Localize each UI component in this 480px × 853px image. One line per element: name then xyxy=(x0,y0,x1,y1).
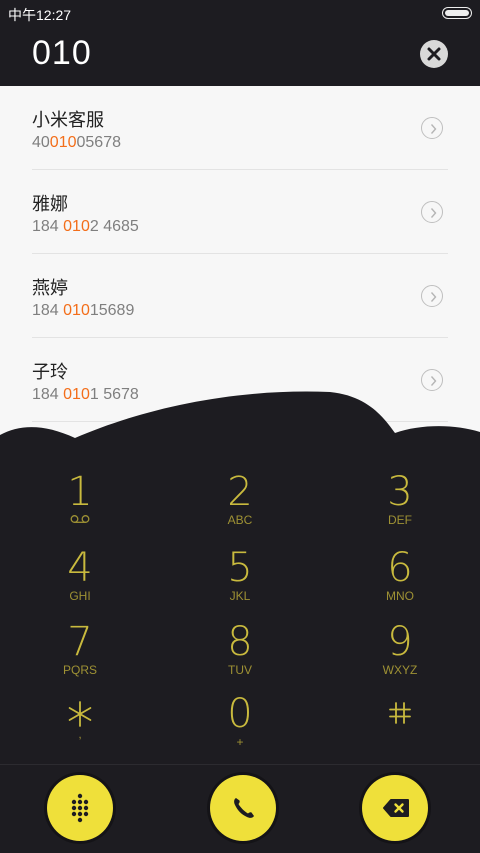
matched-digits: 010 xyxy=(63,302,90,319)
contact-detail-button[interactable] xyxy=(421,117,443,139)
key-3[interactable]: 3 DEF xyxy=(320,470,480,546)
key-digit: 3 xyxy=(387,469,413,515)
asterisk-icon xyxy=(68,701,92,727)
matched-digits: 010 xyxy=(49,134,77,151)
toggle-dialpad-button[interactable] xyxy=(47,775,113,841)
matched-digits: 010 xyxy=(63,218,90,235)
clear-number-button[interactable] xyxy=(420,40,448,68)
key-letters: PQRS xyxy=(62,663,97,677)
contact-item[interactable]: 小米客服 4001005678 xyxy=(0,86,480,170)
key-digit: 5 xyxy=(227,545,253,591)
chevron-right-icon xyxy=(430,124,437,134)
contact-detail-button[interactable] xyxy=(421,201,443,223)
chevron-right-icon xyxy=(430,292,437,302)
key-letters: MNO xyxy=(386,589,414,603)
dialpad-icon xyxy=(71,793,89,823)
dial-header: 010 xyxy=(0,26,480,86)
status-bar: 中午12:27 xyxy=(0,0,480,26)
key-letters: ABC xyxy=(227,513,253,527)
key-5[interactable]: 5 JKL xyxy=(160,546,320,622)
key-9[interactable]: 9 WXYZ xyxy=(320,620,480,696)
key-digit: 8 xyxy=(227,619,253,665)
contact-number: 184 0102 4685 xyxy=(32,218,139,235)
keypad-wave-edge xyxy=(0,391,480,480)
contact-item[interactable]: 燕婷 184 01015689 xyxy=(0,254,480,338)
contact-name: 小米客服 xyxy=(32,110,104,131)
key-digit: 6 xyxy=(387,545,413,591)
chevron-right-icon xyxy=(430,208,437,218)
contact-name: 燕婷 xyxy=(32,278,68,299)
key-letters: JKL xyxy=(229,589,251,603)
key-letters: DEF xyxy=(388,513,412,527)
key-2[interactable]: 2 ABC xyxy=(160,470,320,546)
key-letters: WXYZ xyxy=(382,663,418,677)
key-8[interactable]: 8 TUV xyxy=(160,620,320,696)
clear-x-icon xyxy=(427,47,441,61)
hash-icon xyxy=(389,702,411,724)
battery-icon xyxy=(442,7,472,19)
phone-icon xyxy=(234,798,254,818)
dialed-number-display[interactable]: 010 xyxy=(32,34,92,73)
key-1[interactable]: 1 xyxy=(0,470,160,546)
contact-detail-button[interactable] xyxy=(421,285,443,307)
key-letters: GHI xyxy=(69,589,91,603)
backspace-icon xyxy=(383,799,409,817)
key-6[interactable]: 6 MNO xyxy=(320,546,480,622)
voicemail-icon xyxy=(70,515,90,523)
contact-item[interactable]: 雅娜 184 0102 4685 xyxy=(0,170,480,254)
key-letters: TUV xyxy=(228,663,252,677)
key-digit: 1 xyxy=(67,469,93,515)
key-digit: 7 xyxy=(67,619,93,665)
contact-number: 4001005678 xyxy=(32,134,121,151)
key-digit: 0 xyxy=(227,691,253,737)
contact-number: 184 01015689 xyxy=(32,302,135,319)
key-letters: + xyxy=(236,735,244,749)
key-digit: 9 xyxy=(387,619,413,665)
key-letters: , xyxy=(78,727,82,741)
status-time: 中午12:27 xyxy=(8,7,72,23)
key-7[interactable]: 7 PQRS xyxy=(0,620,160,696)
key-4[interactable]: 4 GHI xyxy=(0,546,160,622)
key-digit: 4 xyxy=(67,545,93,591)
contact-name: 雅娜 xyxy=(32,194,68,215)
dialer-action-bar xyxy=(0,764,480,853)
key-digit: 2 xyxy=(227,469,253,515)
backspace-button[interactable] xyxy=(362,775,428,841)
call-button[interactable] xyxy=(210,775,276,841)
